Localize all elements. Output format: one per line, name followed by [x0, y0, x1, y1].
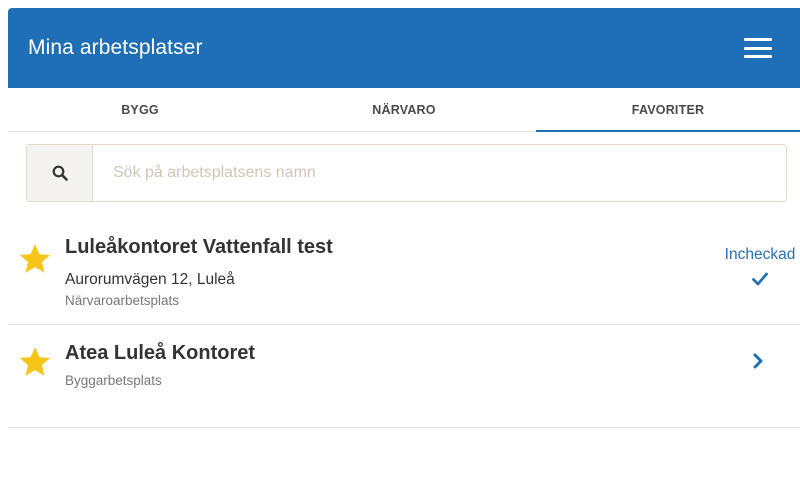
workplace-type: Byggarbetsplats [65, 373, 162, 388]
search-icon [52, 165, 68, 181]
checkin-status: Incheckad [718, 246, 800, 286]
workplace-item[interactable]: Luleåkontoret Vattenfall test Aurorumväg… [8, 222, 800, 325]
workplace-type: Närvaroarbetsplats [65, 293, 180, 308]
star-icon[interactable] [18, 242, 52, 276]
checkmark-icon [752, 272, 768, 286]
star-icon[interactable] [18, 345, 52, 379]
search-input[interactable] [93, 145, 786, 201]
status-label: Incheckad [724, 246, 796, 263]
workplace-address: Aurorumvägen 12, Luleå [65, 271, 235, 288]
chevron-right-icon[interactable] [752, 353, 764, 369]
tab-bygg[interactable]: BYGG [8, 88, 272, 131]
app-header: Mina arbetsplatser [8, 8, 800, 88]
search-bar [26, 144, 787, 202]
hamburger-menu-icon[interactable] [744, 38, 772, 58]
workplace-name: Luleåkontoret Vattenfall test [65, 236, 333, 258]
workplace-item[interactable]: Atea Luleå Kontoret Byggarbetsplats [8, 325, 800, 428]
tab-narvaro[interactable]: NÄRVARO [272, 88, 536, 131]
tab-favoriter[interactable]: FAVORITER [536, 88, 800, 132]
page-title: Mina arbetsplatser [28, 36, 203, 59]
search-button[interactable] [27, 145, 93, 201]
workplace-name: Atea Luleå Kontoret [65, 342, 256, 364]
tab-bar: BYGG NÄRVARO FAVORITER [8, 88, 800, 132]
